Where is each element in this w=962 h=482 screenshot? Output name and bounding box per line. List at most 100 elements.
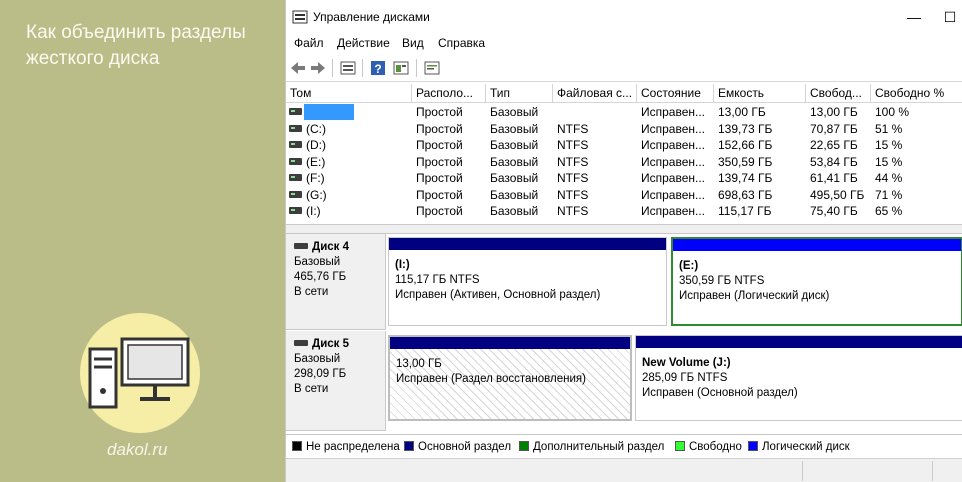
title-bar: Управление дисками — ☐ (286, 0, 962, 32)
volume-icon (289, 124, 302, 132)
cell-free-percent: 65 % (875, 204, 903, 218)
table-row[interactable]: (I:) Простой Базовый NTFS Исправен... 11… (286, 203, 962, 220)
toolbar-separator (362, 59, 363, 77)
table-row[interactable]: (D:) Простой Базовый NTFS Исправен... 15… (286, 137, 962, 154)
legend-free: Свободно (675, 441, 742, 453)
cell-status: Исправен... (641, 187, 706, 202)
cell-free: 61,41 ГБ (810, 171, 858, 185)
partition-size: 285,09 ГБ NTFS (642, 372, 728, 384)
maximize-button[interactable]: ☐ (938, 6, 962, 28)
computer-illustration (80, 313, 200, 433)
cell-layout: Простой (416, 138, 463, 152)
toolbar: ? (286, 54, 962, 82)
volume-icon (289, 141, 302, 148)
cell-status: Исправен... (641, 171, 706, 185)
disk-4-label[interactable]: Диск 4 Базовый 465,76 ГБ В сети (286, 234, 386, 330)
disk-list-icon[interactable] (339, 59, 357, 77)
cell-capacity: 139,73 ГБ (718, 121, 773, 136)
partition-status: Исправен (Активен, Основной раздел) (395, 289, 601, 301)
status-divider (802, 461, 803, 481)
svg-text:?: ? (374, 62, 381, 76)
cell-volume: (D:) (306, 138, 326, 152)
help-icon[interactable]: ? (369, 59, 387, 77)
properties-icon[interactable] (392, 59, 410, 77)
menu-bar: Файл Действие Вид Справка (286, 32, 962, 54)
cell-volume: (I:) (306, 204, 321, 218)
table-row[interactable]: (C:) Простой Базовый NTFS Исправен... 13… (286, 121, 962, 138)
column-header-filesystem[interactable]: Файловая с... (553, 84, 637, 103)
table-row[interactable]: (F:) Простой Базовый NTFS Исправен... 13… (286, 170, 962, 187)
partition-name: New Volume (J:) (642, 357, 731, 369)
partition-j[interactable]: New Volume (J:) 285,09 ГБ NTFS Исправен … (635, 335, 962, 421)
partition-name: (I:) (395, 259, 410, 271)
back-icon[interactable] (289, 59, 307, 77)
cell-type: Базовый (490, 187, 539, 202)
menu-file[interactable]: Файл (294, 36, 324, 50)
cell-layout: Простой (416, 121, 463, 136)
volume-icon (289, 207, 302, 214)
table-row[interactable]: (E:) Простой Базовый NTFS Исправен... 35… (286, 154, 962, 171)
column-header-capacity[interactable]: Емкость (714, 84, 806, 103)
cell-free: 70,87 ГБ (810, 121, 858, 136)
table-row[interactable]: Простой Базовый Исправен... 13,00 ГБ 13,… (286, 104, 962, 121)
pane-splitter[interactable] (286, 224, 962, 234)
partition-name: (E:) (679, 260, 699, 272)
partition-size: 13,00 ГБ (396, 358, 442, 370)
menu-view[interactable]: Вид (402, 36, 424, 50)
volume-table: Том Располо... Тип Файловая с... Состоян… (286, 84, 962, 224)
column-header-free[interactable]: Свобод... (806, 84, 871, 103)
column-header-status[interactable]: Состояние (637, 84, 714, 103)
cell-free-percent: 71 % (875, 187, 903, 202)
column-header-volume[interactable]: Том (286, 84, 412, 103)
cell-capacity: 139,74 ГБ (718, 171, 773, 185)
menu-help[interactable]: Справка (438, 36, 485, 50)
column-header-free-percent[interactable]: Свободно % (871, 84, 962, 103)
minimize-button[interactable]: — (902, 6, 926, 28)
column-header-type[interactable]: Тип (486, 84, 553, 103)
console-icon[interactable] (423, 59, 441, 77)
status-divider (932, 461, 933, 481)
cell-volume: (C:) (306, 121, 326, 136)
cell-status: Исправен... (641, 204, 706, 218)
cell-layout: Простой (416, 204, 463, 218)
legend-extended: Дополнительный раздел (519, 441, 664, 453)
disk-5-label[interactable]: Диск 5 Базовый 298,09 ГБ В сети (286, 331, 386, 431)
partition-size: 115,17 ГБ NTFS (395, 274, 480, 286)
partition-i[interactable]: (I:) 115,17 ГБ NTFS Исправен (Активен, О… (388, 237, 667, 326)
disk-management-window: Управление дисками — ☐ Файл Действие Вид… (285, 0, 962, 482)
cell-status: Исправен... (641, 105, 706, 119)
cell-status: Исправен... (641, 121, 706, 136)
forward-icon[interactable] (309, 59, 327, 77)
disk-size: 298,09 ГБ (294, 368, 347, 380)
partition-bar (673, 239, 961, 251)
window-title: Управление дисками (313, 10, 430, 24)
toolbar-separator (416, 59, 417, 77)
column-header-layout[interactable]: Располо... (412, 84, 486, 103)
table-row[interactable]: (G:) Простой Базовый NTFS Исправен... 69… (286, 187, 962, 204)
cell-capacity: 115,17 ГБ (718, 204, 772, 218)
disk-name: Диск 4 (294, 240, 385, 255)
article-banner: Как объединить разделы жесткого диска da… (0, 0, 285, 482)
partition-e[interactable]: (E:) 350,59 ГБ NTFS Исправен (Логический… (671, 237, 962, 326)
disk-size: 465,76 ГБ (294, 271, 347, 283)
cell-status: Исправен... (641, 138, 706, 152)
volume-icon (289, 174, 302, 181)
partition-size: 350,59 ГБ NTFS (679, 275, 765, 287)
cell-capacity: 698,63 ГБ (718, 187, 773, 202)
cell-filesystem: NTFS (557, 138, 589, 152)
article-title: Как объединить разделы жесткого диска (26, 22, 246, 69)
partition-recovery[interactable]: 13,00 ГБ Исправен (Раздел восстановления… (388, 335, 632, 421)
toolbar-separator (332, 59, 333, 77)
partition-bar (390, 337, 630, 349)
partition-status: Исправен (Логический диск) (679, 290, 830, 302)
cell-free-percent: 15 % (875, 138, 903, 152)
cell-free: 22,65 ГБ (810, 138, 858, 152)
partition-bar (636, 336, 962, 348)
menu-action[interactable]: Действие (337, 36, 390, 50)
cell-filesystem: NTFS (557, 121, 589, 136)
cell-free: 75,40 ГБ (810, 204, 858, 218)
partition-status: Исправен (Основной раздел) (642, 387, 798, 399)
cell-volume (304, 104, 408, 120)
disk-icon (294, 340, 308, 346)
legend: Не распределена Основной раздел Дополнит… (286, 434, 962, 458)
